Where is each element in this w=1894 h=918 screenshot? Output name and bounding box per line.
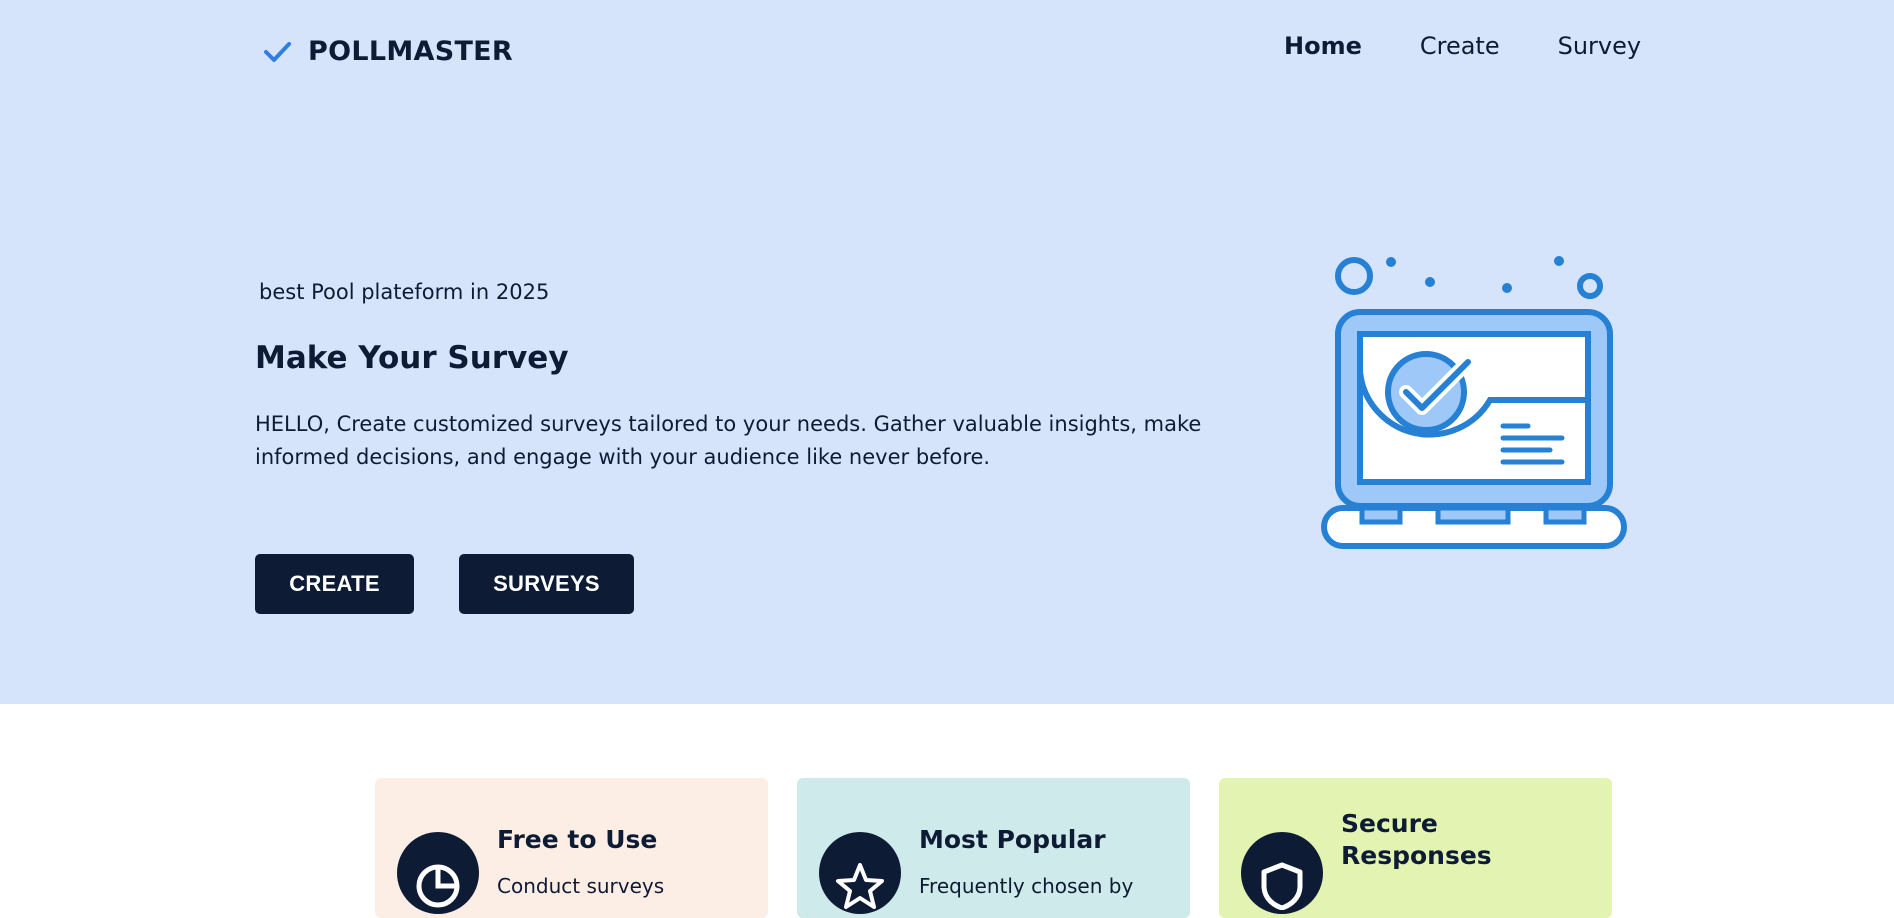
feature-text: Frequently chosen by	[919, 874, 1134, 898]
feature-icon-badge	[1241, 832, 1323, 914]
hero-section: POLLMASTER Home Create Survey best Pool …	[0, 0, 1894, 704]
feature-icon-badge	[397, 832, 479, 914]
feature-card-free: Free to Use Conduct surveys	[375, 778, 768, 918]
feature-title: Secure Responses	[1341, 809, 1492, 870]
shield-icon	[1261, 862, 1303, 910]
hero-description: HELLO, Create customized surveys tailore…	[255, 412, 1202, 469]
nav-home[interactable]: Home	[1284, 32, 1362, 60]
brand-name: POLLMASTER	[308, 36, 514, 67]
brand-logo[interactable]: POLLMASTER	[262, 36, 513, 67]
main-nav: Home Create Survey	[1284, 32, 1641, 60]
create-button[interactable]: CREATE	[255, 554, 414, 614]
feature-card-popular: Most Popular Frequently chosen by	[797, 778, 1190, 918]
feature-card-secure: Secure Responses	[1219, 778, 1612, 918]
nav-create[interactable]: Create	[1420, 32, 1500, 60]
feature-text: Conduct surveys	[497, 874, 665, 898]
surveys-button[interactable]: SURVEYS	[459, 554, 634, 614]
star-icon	[836, 863, 884, 909]
nav-survey[interactable]: Survey	[1558, 32, 1641, 60]
feature-title: Most Popular	[919, 825, 1106, 854]
hero-tagline: best Pool plateform in 2025	[259, 280, 550, 304]
feature-title: Free to Use	[497, 825, 658, 854]
pie-chart-icon	[416, 864, 460, 908]
hero-headline: Make Your Survey	[255, 340, 569, 376]
feature-icon-badge	[819, 832, 901, 914]
check-icon	[264, 41, 291, 62]
laptop-checkmark-icon	[1321, 256, 1627, 549]
